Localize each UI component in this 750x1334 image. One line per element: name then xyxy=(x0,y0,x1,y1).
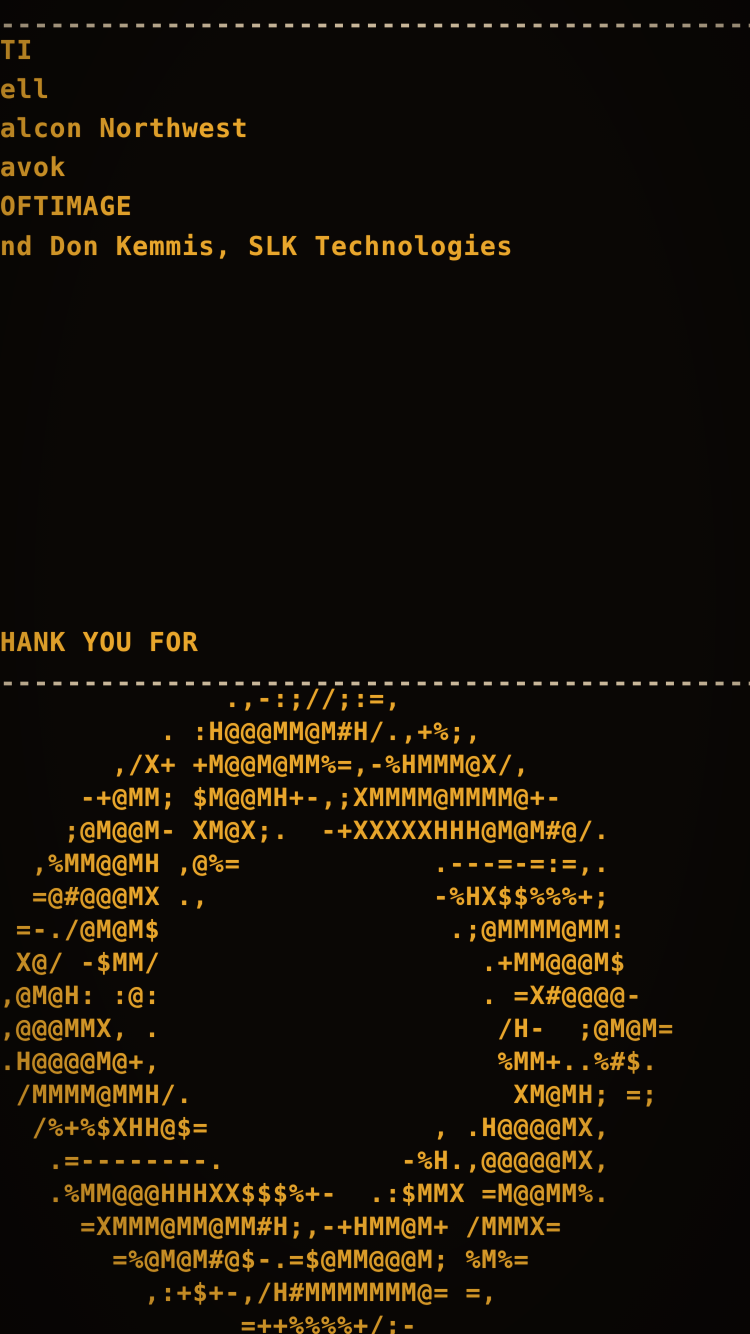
ascii-art-row: =++%%%%+/;- xyxy=(0,1311,418,1334)
ascii-art-row: . :H@@@MM@M#H/.,+%;, xyxy=(0,717,482,746)
ascii-art-row: .,-:;//;:=, xyxy=(0,684,402,713)
thank-you-heading: HANK YOU FOR xyxy=(0,628,199,658)
ascii-art-row: =@#@@@MX ., -%HX$$%%%+; xyxy=(0,882,610,911)
credit-entry-slk-technologies: nd Don Kemmis, SLK Technologies xyxy=(0,232,514,262)
ascii-art-row: =-./@M@M$ .;@MMMM@MM: xyxy=(0,915,626,944)
ascii-art-row: =XMMM@MM@MM#H;,-+HMM@M+ /MMMX= xyxy=(0,1212,562,1241)
ascii-art-row: ,:+$+-,/H#MMMMMMM@= =, xyxy=(0,1278,498,1307)
credit-entry-falcon-northwest: alcon Northwest xyxy=(0,114,249,144)
credit-entry-ati: TI xyxy=(0,36,34,66)
credit-entry-softimage: OFTIMAGE xyxy=(0,192,133,222)
ascii-art-row: .H@@@@M@+, %MM+..%#$. xyxy=(0,1047,659,1076)
ascii-art-row: .=--------. -%H.,@@@@@MX, xyxy=(0,1146,610,1175)
ascii-art-row: ,@M@H: :@: . =X#@@@@- xyxy=(0,981,643,1010)
credit-entry-dell: ell xyxy=(0,75,50,105)
ascii-art-row: ,@@@MMX, . /H- ;@M@M= xyxy=(0,1014,675,1043)
ascii-art-row: ,/X+ +M@@M@MM%=,-%HMMM@X/, xyxy=(0,750,530,779)
ascii-art-row: /MMMM@MMH/. XM@MH; =; xyxy=(0,1080,659,1109)
credits-screen: ----------------------------------------… xyxy=(0,0,750,1334)
ascii-art-row: ,%MM@@MH ,@%= .---=-=:=,. xyxy=(0,849,610,878)
credit-entry-havok: avok xyxy=(0,153,67,183)
ascii-art-row: ;@M@@M- XM@X;. -+XXXXXHHH@M@M#@/. xyxy=(0,816,610,845)
ascii-art-row: =%@M@M#@$-.=$@MM@@@M; %M%= xyxy=(0,1245,530,1274)
ascii-art-row: .%MM@@@HHHXX$$$%+- .:$MMX =M@@MM%. xyxy=(0,1179,610,1208)
ascii-art-row: /%+%$XHH@$= , .H@@@@MX, xyxy=(0,1113,610,1142)
ascii-art-row: X@/ -$MM/ .+MM@@@M$ xyxy=(0,948,626,977)
ascii-art-row: -+@MM; $M@@MH+-,;XMMMM@MMMM@+- xyxy=(0,783,562,812)
top-separator-rule: ----------------------------------------… xyxy=(0,10,750,40)
